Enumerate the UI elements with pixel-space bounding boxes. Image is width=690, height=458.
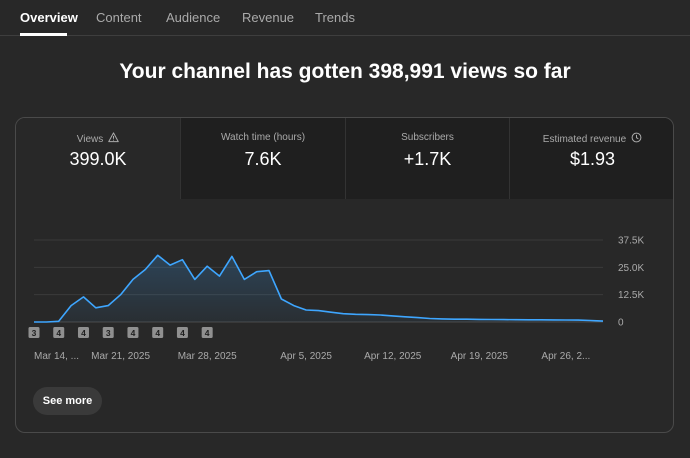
x-tick-label: Apr 12, 2025 — [364, 351, 422, 362]
content-marker[interactable]: 3 — [28, 327, 40, 338]
marker-count: 4 — [56, 328, 61, 338]
tab-audience[interactable]: Audience — [166, 10, 220, 25]
marker-count: 3 — [106, 328, 111, 338]
tab-content[interactable]: Content — [96, 10, 142, 25]
views-chart[interactable]: 37.5K 25.0K 12.5K 0 3 4 4 3 4 4 4 4 Mar 14, ... Mar… — [16, 118, 673, 378]
x-tick-label: Mar 28, 2025 — [178, 351, 237, 362]
marker-count: 4 — [180, 328, 185, 338]
marker-count: 4 — [205, 328, 210, 338]
content-marker[interactable]: 4 — [77, 327, 89, 338]
see-more-button[interactable]: See more — [33, 387, 102, 415]
x-tick-label: Apr 26, 2... — [541, 351, 590, 362]
marker-count: 4 — [155, 328, 160, 338]
marker-count: 3 — [32, 328, 37, 338]
content-marker[interactable]: 3 — [102, 327, 114, 338]
overview-card: Views 399.0K Watch time (hours) 7.6K Sub… — [15, 117, 674, 433]
active-tab-indicator — [20, 33, 67, 36]
y-tick-label: 25.0K — [618, 263, 644, 274]
content-marker[interactable]: 4 — [176, 327, 188, 338]
x-tick-label: Mar 21, 2025 — [91, 351, 150, 362]
y-tick-label: 0 — [618, 318, 624, 329]
y-tick-label: 12.5K — [618, 290, 644, 301]
page-headline: Your channel has gotten 398,991 views so… — [119, 60, 571, 83]
content-marker[interactable]: 4 — [127, 327, 139, 338]
tab-trends[interactable]: Trends — [315, 10, 355, 25]
content-marker[interactable]: 4 — [53, 327, 65, 338]
x-tick-label: Apr 19, 2025 — [451, 351, 509, 362]
content-marker[interactable]: 4 — [152, 327, 164, 338]
content-marker[interactable]: 4 — [201, 327, 213, 338]
y-tick-label: 37.5K — [618, 236, 644, 247]
x-tick-label: Mar 14, ... — [34, 351, 79, 362]
x-tick-label: Apr 5, 2025 — [280, 351, 332, 362]
analytics-tab-bar: Overview Content Audience Revenue Trends — [0, 0, 690, 36]
tab-overview[interactable]: Overview — [20, 10, 78, 25]
views-series-area — [34, 255, 603, 322]
marker-count: 4 — [131, 328, 136, 338]
tab-revenue[interactable]: Revenue — [242, 10, 294, 25]
marker-count: 4 — [81, 328, 86, 338]
